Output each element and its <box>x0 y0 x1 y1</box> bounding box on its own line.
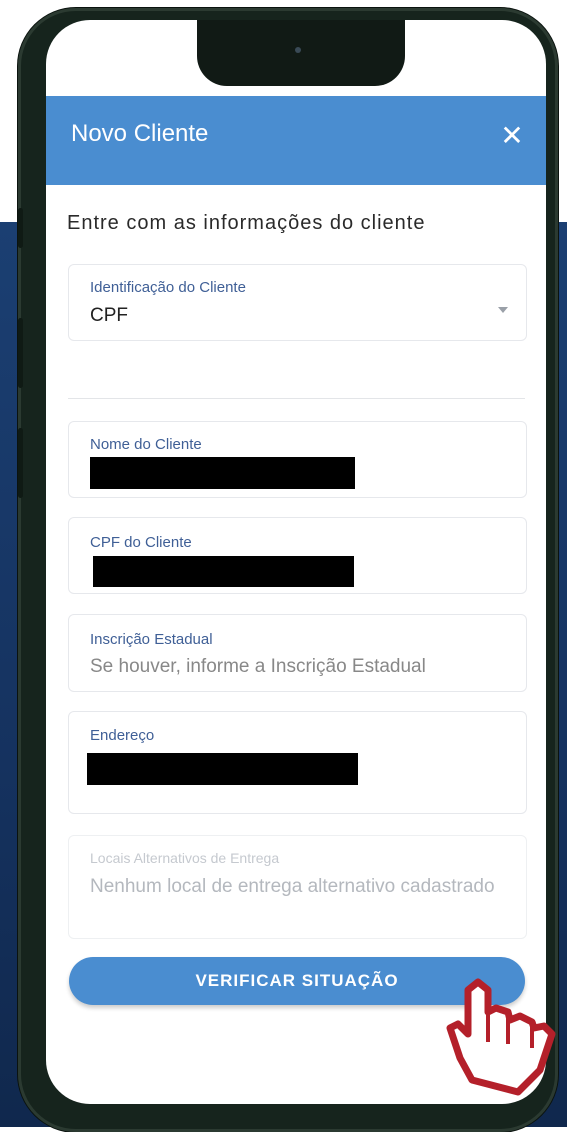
locais-label: Locais Alternativos de Entrega <box>90 850 280 866</box>
phone-notch <box>197 20 405 86</box>
phone-screen: Novo Cliente ✕ Entre com as informações … <box>46 20 546 1104</box>
identificacao-label: Identificação do Cliente <box>90 279 246 296</box>
pointer-hand-icon <box>446 978 556 1096</box>
identificacao-select[interactable]: Identificação do Cliente CPF <box>68 264 527 341</box>
identificacao-value: CPF <box>90 305 128 326</box>
close-icon[interactable]: ✕ <box>494 118 530 154</box>
form-intro: Entre com as informações do cliente <box>67 212 426 234</box>
phone-side-button <box>18 428 23 498</box>
camera-icon <box>295 47 301 53</box>
divider <box>68 398 525 399</box>
endereco-field[interactable]: Endereço <box>68 711 527 814</box>
phone-side-button <box>18 318 23 388</box>
inscricao-field[interactable]: Inscrição Estadual Se houver, informe a … <box>68 614 527 692</box>
redaction-box <box>87 753 358 785</box>
inscricao-label: Inscrição Estadual <box>90 631 213 648</box>
chevron-down-icon <box>498 307 508 313</box>
cpf-field[interactable]: CPF do Cliente <box>68 517 527 594</box>
inscricao-placeholder: Se houver, informe a Inscrição Estadual <box>90 656 426 677</box>
locais-field: Locais Alternativos de Entrega Nenhum lo… <box>68 835 527 939</box>
phone-side-button <box>18 208 23 248</box>
redaction-box <box>90 457 355 489</box>
page-title: Novo Cliente <box>71 120 209 147</box>
redaction-box <box>93 556 354 587</box>
nome-field[interactable]: Nome do Cliente <box>68 421 527 498</box>
endereco-label: Endereço <box>90 727 155 744</box>
locais-placeholder: Nenhum local de entrega alternativo cada… <box>90 876 495 897</box>
nome-label: Nome do Cliente <box>90 436 202 453</box>
cpf-label: CPF do Cliente <box>90 534 192 551</box>
app-bar: Novo Cliente ✕ <box>46 96 546 185</box>
